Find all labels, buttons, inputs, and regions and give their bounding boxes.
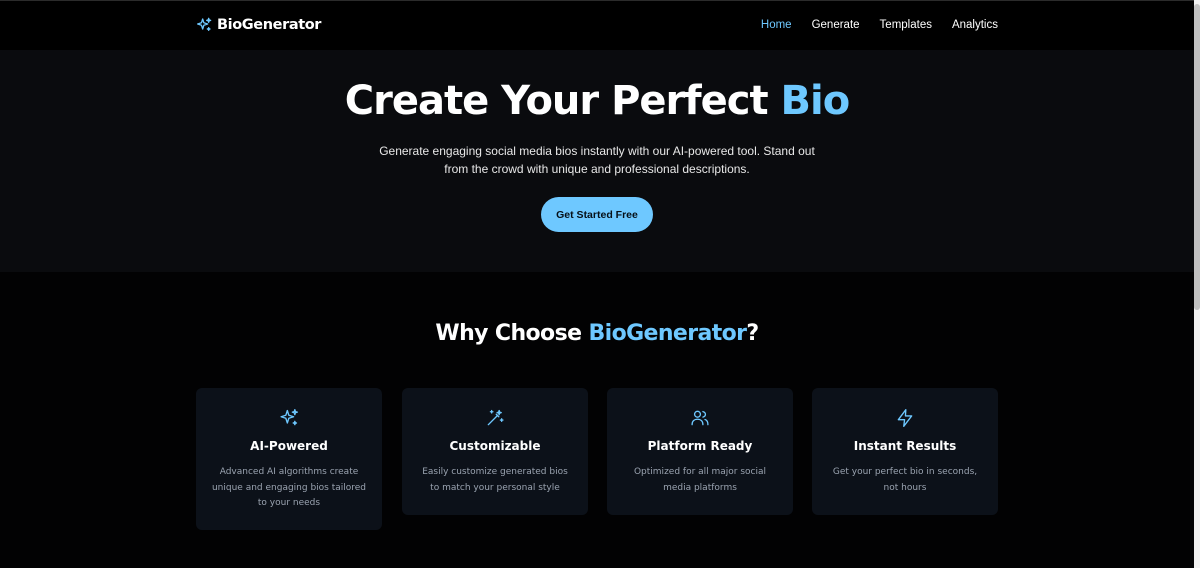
sparkles-icon [280,409,298,426]
card-title: Customizable [449,439,541,453]
users-icon [691,410,709,426]
feature-card-ai-powered: AI-Powered Advanced AI algorithms create… [196,388,382,530]
card-description: Optimized for all major social media pla… [633,467,767,493]
hero-title: Create Your Perfect Bio [0,78,1194,124]
feature-card-instant-results: Instant Results Get your perfect bio in … [812,388,998,515]
nav-generate[interactable]: Generate [812,19,860,31]
sparkles-icon [197,17,212,31]
vertical-scrollbar[interactable] [1194,0,1200,568]
features-title-accent: BioGenerator [588,321,747,346]
nav-links: Home Generate Templates Analytics [761,19,998,31]
nav-templates[interactable]: Templates [880,19,932,31]
nav-home[interactable]: Home [761,19,792,31]
hero-title-main: Create Your Perfect [344,78,781,124]
page: BioGenerator Home Generate Templates Ana… [0,0,1200,568]
feature-card-platform-ready: Platform Ready Optimized for all major s… [607,388,793,515]
get-started-button[interactable]: Get Started Free [541,197,653,232]
brand-name: BioGenerator [217,17,322,33]
features-title-prefix: Why Choose [435,321,589,346]
card-description: Get your perfect bio in seconds, not hou… [832,467,978,493]
features-title-suffix: ? [746,321,759,346]
card-title: AI-Powered [250,439,328,453]
magic-wand-icon [487,409,504,426]
lightning-icon [897,409,913,427]
hero-section: Create Your Perfect Bio Generate engagin… [0,50,1194,272]
card-description: Easily customize generated bios to match… [422,467,568,493]
hero-title-accent: Bio [780,78,851,124]
nav-analytics[interactable]: Analytics [952,19,998,31]
card-description: Advanced AI algorithms create unique and… [211,467,367,508]
hero-subtitle: Generate engaging social media bios inst… [379,144,815,176]
feature-card-customizable: Customizable Easily customize generated … [402,388,588,515]
brand-logo[interactable]: BioGenerator [196,17,321,33]
scrollbar-thumb[interactable] [1194,4,1200,310]
card-title: Instant Results [853,439,957,453]
top-navbar: BioGenerator Home Generate Templates Ana… [0,0,1194,50]
features-title: Why Choose BioGenerator? [0,321,1194,346]
card-title: Platform Ready [647,439,753,453]
